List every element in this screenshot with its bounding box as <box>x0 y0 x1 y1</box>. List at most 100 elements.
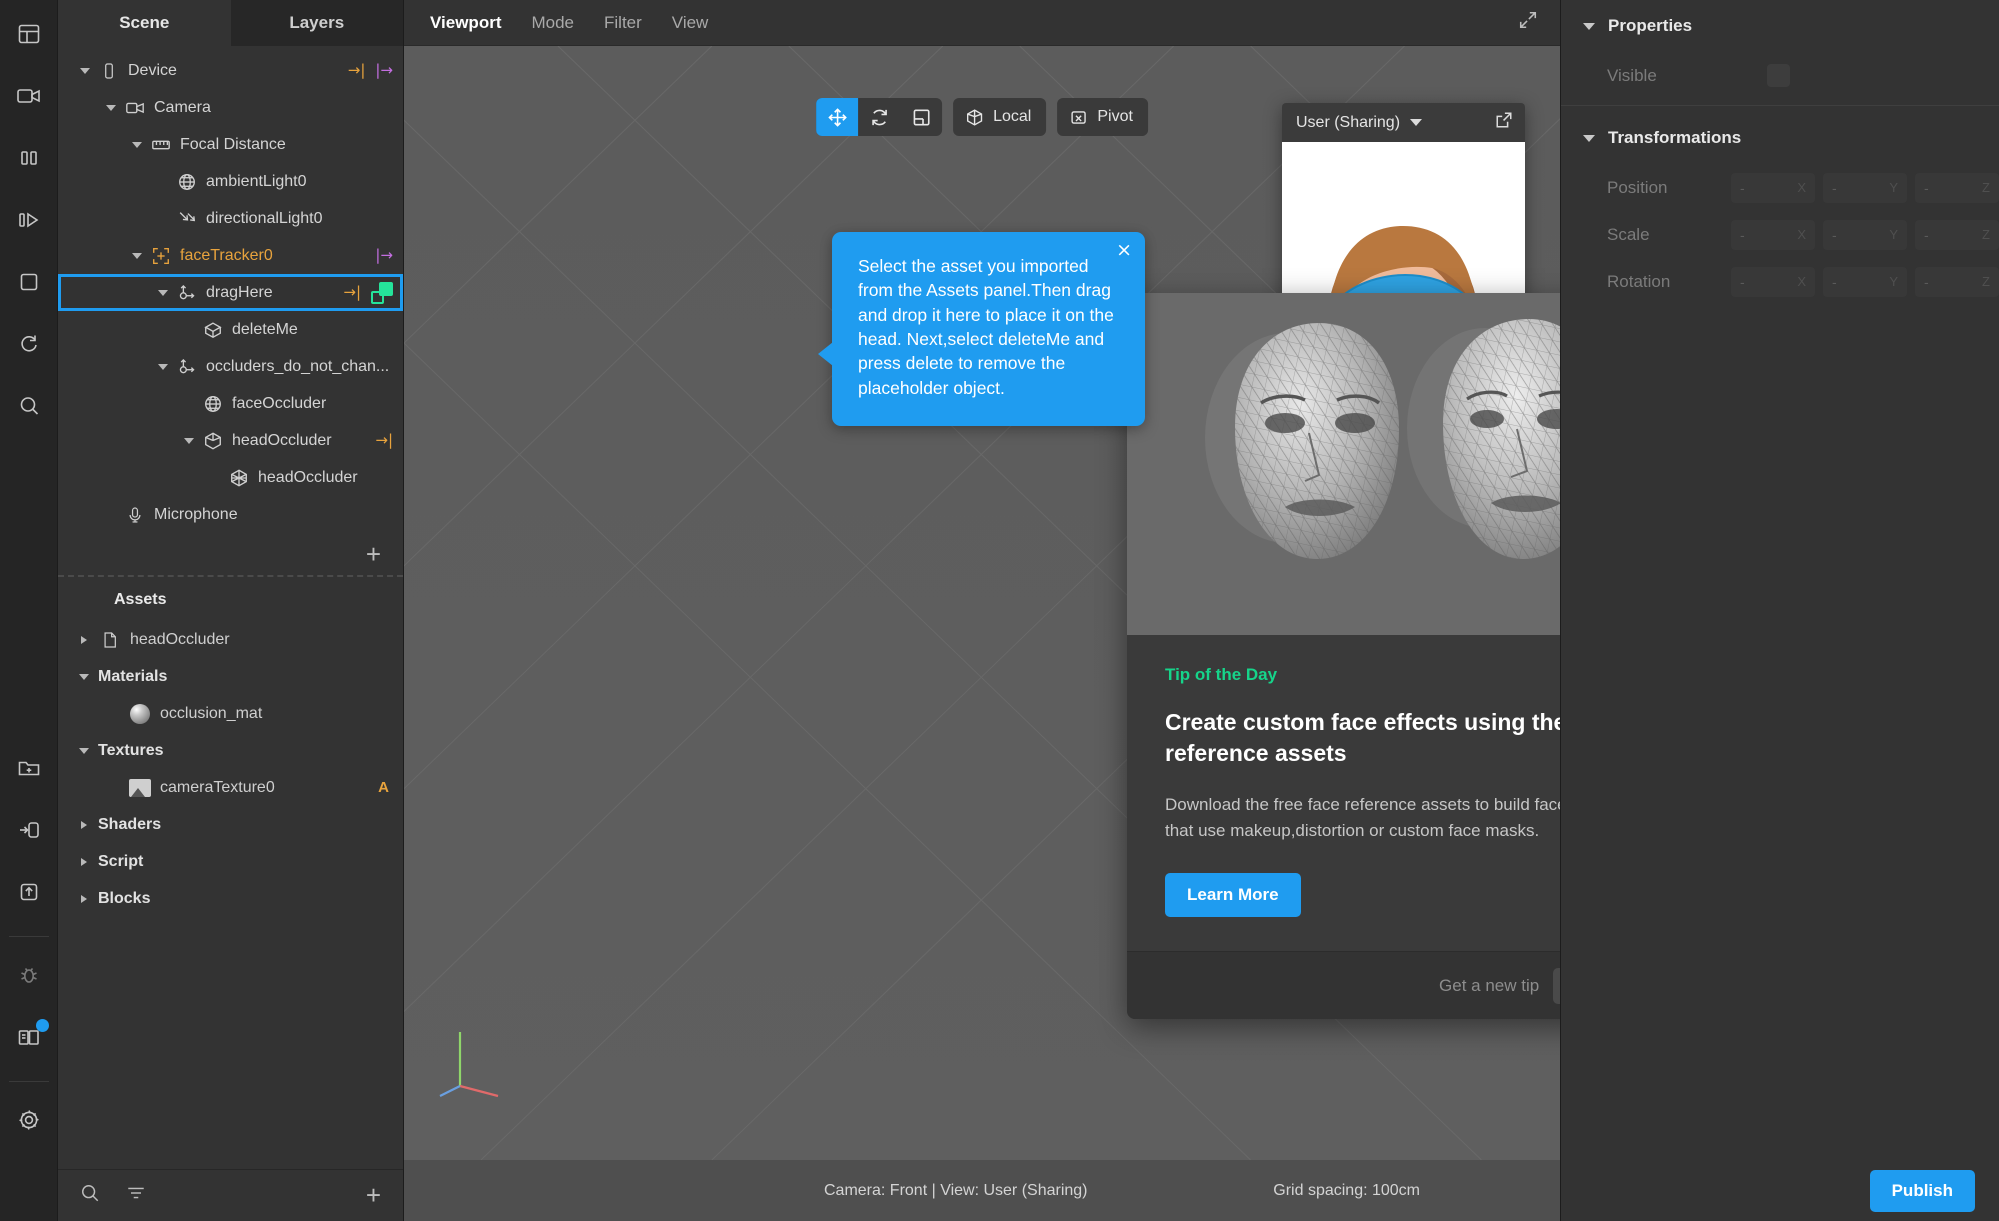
scene-tree-item-camera[interactable]: Camera <box>58 89 403 126</box>
output-port-badge[interactable]: |→ <box>375 248 393 263</box>
chevron-down-icon[interactable] <box>102 99 120 117</box>
menu-viewport[interactable]: Viewport <box>430 13 501 33</box>
scene-tree-item-facetracker0[interactable]: faceTracker0 |→ <box>58 237 403 274</box>
scene-tree-item-directionallight0[interactable]: directionalLight0 <box>58 200 403 237</box>
chevron-right-icon[interactable] <box>76 635 92 644</box>
scene-tree-item-ambientlight0[interactable]: ambientLight0 <box>58 163 403 200</box>
asset-item-materials[interactable]: Materials <box>58 658 403 695</box>
chevron-down-icon[interactable] <box>76 747 92 754</box>
chevron-down-icon[interactable] <box>154 284 172 302</box>
playback-icon[interactable] <box>7 198 51 242</box>
chevron-down-icon[interactable] <box>154 358 172 376</box>
notification-dot <box>35 1019 49 1032</box>
scene-add-object-button[interactable]: + <box>58 533 403 577</box>
viewport-3d[interactable]: Local Pivot × Select the asset you impor… <box>404 46 1560 1160</box>
asset-item-shaders[interactable]: Shaders <box>58 806 403 843</box>
bug-icon[interactable] <box>7 953 51 997</box>
position-y-field[interactable]: -Y <box>1823 172 1907 203</box>
scene-tree-item-microphone[interactable]: Microphone <box>58 496 403 533</box>
upload-icon[interactable] <box>7 870 51 914</box>
layout-icon[interactable] <box>7 12 51 56</box>
coach-tooltip-close-icon[interactable]: × <box>1116 241 1132 260</box>
menu-view[interactable]: View <box>672 13 709 33</box>
chevron-right-icon[interactable] <box>76 857 92 866</box>
output-port-badge[interactable]: |→ <box>375 63 393 78</box>
patch-chip-icon[interactable] <box>371 281 393 304</box>
scene-tree-item-focal-distance[interactable]: Focal Distance <box>58 126 403 163</box>
scale-x-field[interactable]: -X <box>1731 219 1815 250</box>
input-port-badge[interactable]: →| <box>375 433 393 448</box>
input-port-badge[interactable]: →| <box>348 63 366 78</box>
square-icon[interactable] <box>7 260 51 304</box>
scene-tree-item-faceoccluder[interactable]: faceOccluder <box>58 385 403 422</box>
scene-tree-item-draghere[interactable]: dragHere →| <box>58 274 403 311</box>
axis-label: X <box>1797 227 1806 242</box>
publish-button[interactable]: Publish <box>1869 1169 1975 1212</box>
rotation-y-field[interactable]: -Y <box>1823 266 1907 297</box>
scene-tree-item-deleteme[interactable]: deleteMe <box>58 311 403 348</box>
tip-dialog-body: Tip of the Day Create custom face effect… <box>1127 635 1560 952</box>
tab-scene[interactable]: Scene <box>58 0 231 46</box>
chevron-down-icon[interactable] <box>1410 119 1423 126</box>
assets-title: Assets <box>114 591 167 608</box>
asset-item-occlusion-mat[interactable]: occlusion_mat <box>58 695 403 732</box>
left-panel-tabs: Scene Layers <box>58 0 403 46</box>
filter-icon[interactable] <box>126 1183 146 1208</box>
move-tool[interactable] <box>816 98 859 136</box>
import-icon[interactable] <box>7 808 51 852</box>
chevron-down-icon[interactable] <box>180 432 198 450</box>
chevron-down-icon[interactable] <box>76 673 92 680</box>
asset-item-blocks[interactable]: Blocks <box>58 880 403 917</box>
scale-tool[interactable] <box>900 98 942 136</box>
pause-icon[interactable] <box>7 136 51 180</box>
scene-tree-item-headoccluder[interactable]: headOccluder <box>58 459 403 496</box>
input-port-badge[interactable]: →| <box>343 285 361 300</box>
search-icon[interactable] <box>80 1183 100 1208</box>
rotate-tool[interactable] <box>858 98 900 136</box>
asset-item-textures[interactable]: Textures <box>58 732 403 769</box>
learn-more-button[interactable]: Learn More <box>1165 873 1301 918</box>
tab-layers[interactable]: Layers <box>230 0 403 46</box>
chevron-right-icon[interactable] <box>76 894 92 903</box>
chevron-down-icon[interactable] <box>128 136 146 154</box>
search-icon[interactable] <box>7 384 51 428</box>
transformations-section-header[interactable]: Transformations <box>1561 112 1999 164</box>
gear-icon[interactable] <box>7 1098 51 1142</box>
scale-y-field[interactable]: -Y <box>1823 219 1907 250</box>
transformation-rows: Position - X - Y - Z Scale - X - Y - Z Rotation - X - Y - Z <box>1561 164 1999 305</box>
popout-icon[interactable] <box>1495 111 1513 134</box>
position-z-field[interactable]: -Z <box>1915 172 1999 203</box>
scene-tree-item-occluders-do-not-chan-[interactable]: occluders_do_not_chan... <box>58 348 403 385</box>
menu-filter[interactable]: Filter <box>604 13 642 33</box>
chevron-down-icon[interactable] <box>76 62 94 80</box>
asset-item-cameratexture0[interactable]: cameraTexture0 A <box>58 769 403 806</box>
tip-frequency-select[interactable]: Daily <box>1553 967 1560 1004</box>
local-space-button[interactable]: Local <box>953 98 1047 136</box>
pivot-button[interactable]: Pivot <box>1057 98 1148 136</box>
assets-add-button[interactable]: + <box>366 1180 381 1211</box>
docs-icon[interactable] <box>7 1015 51 1059</box>
scene-tree-item-label: Focal Distance <box>180 135 286 153</box>
visible-checkbox[interactable] <box>1767 64 1790 87</box>
asset-item-headoccluder[interactable]: headOccluder <box>58 621 403 658</box>
chevron-down-icon[interactable] <box>128 247 146 265</box>
scene-tree-item-headoccluder[interactable]: headOccluder →| <box>58 422 403 459</box>
expand-icon[interactable] <box>1518 10 1538 35</box>
position-x-field[interactable]: -X <box>1731 172 1815 203</box>
scene-tree-item-badges: |→ <box>375 248 393 263</box>
scene-tree-item-device[interactable]: Device →| |→ <box>58 52 403 89</box>
asset-item-script[interactable]: Script <box>58 843 403 880</box>
scene-tree-item-label: headOccluder <box>258 468 358 486</box>
properties-section-header[interactable]: Properties <box>1561 0 1999 52</box>
chevron-right-icon[interactable] <box>76 820 92 829</box>
rotation-z-field[interactable]: -Z <box>1915 266 1999 297</box>
camera-icon[interactable] <box>7 74 51 118</box>
add-folder-icon[interactable] <box>7 746 51 790</box>
refresh-icon[interactable] <box>7 322 51 366</box>
rotation-x-field[interactable]: -X <box>1731 266 1815 297</box>
face-reference-mesh-illustration <box>1127 293 1560 635</box>
scale-z-field[interactable]: -Z <box>1915 219 1999 250</box>
menu-mode[interactable]: Mode <box>531 13 574 33</box>
mesh-icon <box>201 320 225 340</box>
axis-label: Z <box>1982 274 1990 289</box>
